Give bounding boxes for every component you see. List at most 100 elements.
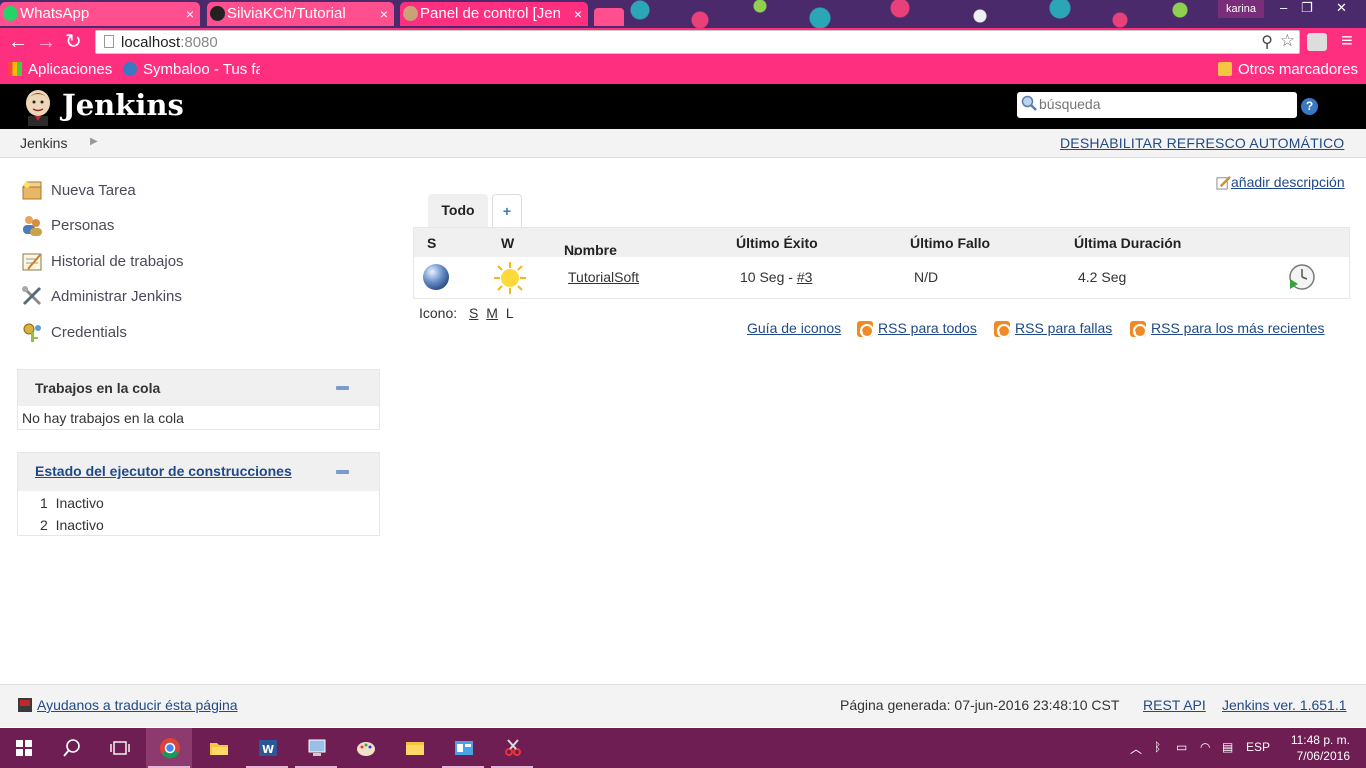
translate[interactable]: Ayudanos a traducir ésta página	[17, 697, 238, 713]
help-icon[interactable]: ?	[1301, 98, 1318, 115]
blue-ball-status-icon	[423, 264, 449, 290]
chevron-right-icon[interactable]: ▶	[90, 136, 98, 147]
taskbar-chrome[interactable]	[146, 728, 192, 768]
rss-all[interactable]: RSS para todos	[857, 320, 977, 337]
job-name-link[interactable]: TutorialSoft	[568, 269, 639, 285]
new-tab-button[interactable]	[594, 8, 624, 26]
rss-latest[interactable]: RSS para los más recientes	[1130, 320, 1325, 337]
rss-failed[interactable]: RSS para fallas	[994, 320, 1112, 337]
taskbar-word[interactable]: W	[244, 728, 290, 768]
tab-all[interactable]: Todo	[428, 194, 488, 227]
jenkins-version-link[interactable]: Jenkins ver. 1.651.1	[1222, 697, 1347, 713]
window-close-icon[interactable]: ✕	[1336, 0, 1347, 16]
extension-icon[interactable]	[1307, 33, 1327, 51]
taskbar-paint[interactable]	[342, 728, 388, 768]
build-queue-pane: Trabajos en la cola No hay trabajos en l…	[17, 369, 380, 430]
bluetooth-icon[interactable]: ᛒ	[1154, 740, 1161, 754]
taskbar-remote-desktop[interactable]	[293, 728, 339, 768]
tab-title: Panel de control [Jen	[420, 5, 561, 22]
jenkins-logo-icon[interactable]	[20, 88, 56, 126]
breadcrumb-jenkins[interactable]: Jenkins	[20, 135, 67, 151]
executor-row: 2 Inactivo	[40, 517, 104, 533]
notifications-icon[interactable]: ▤	[1222, 740, 1233, 754]
taskbar-snipping-tool[interactable]	[489, 728, 535, 768]
url-text: localhost:8080	[121, 34, 218, 51]
search-input[interactable]	[1039, 94, 1289, 114]
page-icon	[104, 35, 114, 48]
reload-icon[interactable]: ↻	[65, 30, 82, 54]
folder-icon	[1218, 62, 1232, 76]
jobs-table: S W Nombre ↓ Último Éxito Último Fallo Ú…	[413, 227, 1350, 299]
translate-link[interactable]: Ayudanos a traducir ésta página	[37, 697, 238, 713]
task-label: Administrar Jenkins	[51, 288, 182, 305]
last-success: 10 Seg - #3	[740, 269, 813, 285]
task-label: Historial de trabajos	[51, 253, 184, 270]
rss-failed-link[interactable]: RSS para fallas	[1015, 320, 1112, 336]
rest-api-link[interactable]: REST API	[1143, 697, 1206, 713]
browser-tab-strip: WhatsApp × SilviaKCh/Tutorial × Panel de…	[0, 0, 1366, 28]
zoom-icon[interactable]: ⚲	[1261, 32, 1273, 52]
taskbar-explorer[interactable]	[391, 728, 437, 768]
address-bar[interactable]: localhost:8080 ⚲ ☆	[95, 30, 1300, 54]
show-hidden-icons-icon[interactable]: ︿	[1130, 740, 1142, 757]
scissors-icon	[505, 739, 521, 756]
col-weather[interactable]: W	[501, 235, 514, 251]
task-view-button[interactable]	[96, 728, 142, 768]
rss-latest-link[interactable]: RSS para los más recientes	[1151, 320, 1325, 336]
taskbar-file-explorer[interactable]	[195, 728, 241, 768]
forward-icon[interactable]: →	[36, 30, 56, 54]
task-label: Personas	[51, 217, 115, 234]
tab-whatsapp[interactable]: WhatsApp ×	[0, 2, 200, 26]
back-icon[interactable]: ←	[8, 30, 28, 54]
battery-icon[interactable]: ▭	[1176, 740, 1187, 754]
add-description[interactable]: añadir descripción	[1216, 174, 1345, 190]
sort-arrow-icon: ↓	[571, 242, 579, 258]
bookmark-symbaloo[interactable]: Symbaloo - Tus fa	[123, 61, 260, 78]
disable-autorefresh-link[interactable]: DESHABILITAR REFRESCO AUTOMÁTICO	[1060, 135, 1344, 151]
task-label: Nueva Tarea	[51, 182, 136, 199]
build-link[interactable]: #3	[797, 269, 813, 285]
minimize-icon[interactable]: –	[1280, 0, 1287, 15]
icon-size-m[interactable]: M	[486, 305, 498, 321]
tab-github[interactable]: SilviaKCh/Tutorial ×	[207, 2, 394, 26]
schedule-build-icon[interactable]	[1288, 263, 1316, 291]
tab-jenkins[interactable]: Panel de control [Jen ×	[400, 2, 588, 26]
profile-button[interactable]: karina	[1218, 0, 1264, 18]
search-taskbar-button[interactable]	[48, 728, 94, 768]
wifi-icon[interactable]: ◠	[1200, 740, 1210, 754]
language-indicator[interactable]: ESP	[1246, 740, 1270, 754]
start-button[interactable]	[0, 728, 46, 768]
icon-size-s[interactable]: S	[469, 305, 478, 321]
windows-taskbar: W ︿ ᛒ ▭ ◠ ▤ ESP 11:48 p. m. 7/06/2016	[0, 728, 1366, 768]
jenkins-title[interactable]: Jenkins	[62, 88, 184, 122]
executor-status: Inactivo	[55, 495, 104, 511]
paint-palette-icon	[357, 742, 375, 756]
collapse-icon[interactable]	[336, 470, 349, 474]
legend-link[interactable]: Guía de iconos	[747, 320, 841, 336]
executors-title-link[interactable]: Estado del ejecutor de construcciones	[35, 463, 292, 479]
col-last-success[interactable]: Último Éxito	[736, 235, 818, 251]
add-view-button[interactable]: +	[492, 194, 522, 227]
search-box[interactable]	[1017, 92, 1297, 118]
add-description-link[interactable]: añadir descripción	[1231, 174, 1345, 190]
col-status[interactable]: S	[427, 235, 436, 251]
bookmark-other[interactable]: Otros marcadores	[1218, 61, 1358, 78]
collapse-icon[interactable]	[336, 386, 349, 390]
page-generated: Página generada: 07-jun-2016 23:48:10 CS…	[840, 697, 1120, 713]
close-icon[interactable]: ×	[380, 2, 388, 26]
col-name[interactable]: Nombre ↓	[564, 235, 617, 258]
close-icon[interactable]: ×	[186, 2, 194, 26]
taskbar-control-panel[interactable]	[440, 728, 486, 768]
chrome-menu-icon[interactable]: ≡	[1341, 30, 1353, 53]
clock-time: 11:48 p. m.	[1290, 733, 1350, 747]
executor-row: 1 Inactivo	[40, 495, 104, 511]
clock[interactable]: 11:48 p. m. 7/06/2016	[1291, 732, 1350, 764]
bookmark-apps[interactable]: Aplicaciones	[8, 61, 112, 78]
bookmark-star-icon[interactable]: ☆	[1280, 31, 1295, 51]
rss-all-link[interactable]: RSS para todos	[878, 320, 977, 336]
restore-icon[interactable]: ❐	[1301, 0, 1313, 16]
close-icon[interactable]: ×	[574, 2, 582, 26]
col-last-duration[interactable]: Última Duración	[1074, 235, 1181, 251]
col-last-failure[interactable]: Último Fallo	[910, 235, 990, 251]
chrome-icon	[160, 738, 180, 759]
